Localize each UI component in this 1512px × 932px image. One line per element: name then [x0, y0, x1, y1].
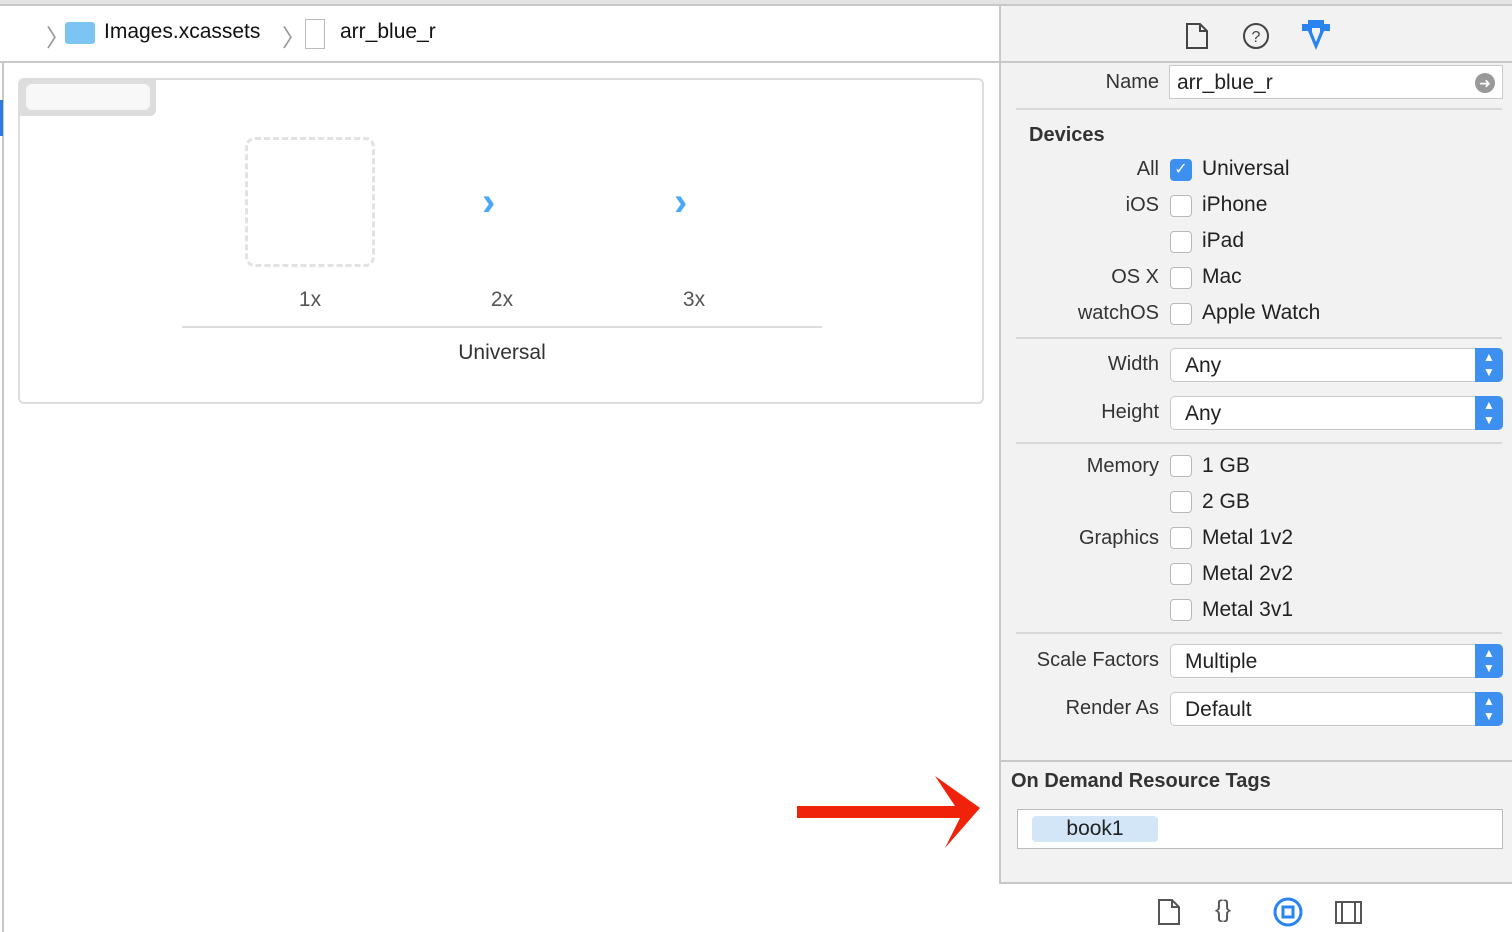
- checkbox-1gb[interactable]: [1170, 455, 1192, 477]
- render-as-popup[interactable]: Default ▲ ▼: [1170, 692, 1503, 726]
- checkbox-metal-1v2[interactable]: [1170, 527, 1192, 549]
- option-ipad: iPad: [1202, 229, 1245, 252]
- image-slot-2x-chevron-icon[interactable]: ›: [482, 180, 495, 225]
- tags-field[interactable]: book1: [1017, 809, 1503, 849]
- device-group-watchos: watchOS: [1077, 302, 1159, 324]
- file-template-library-icon[interactable]: [1157, 898, 1181, 926]
- option-metal-3v1: Metal 3v1: [1202, 598, 1294, 621]
- red-arrow-annotation: [797, 776, 980, 848]
- checkbox-metal-3v1[interactable]: [1170, 599, 1192, 621]
- option-universal: Universal: [1202, 157, 1290, 180]
- divider: [182, 326, 822, 328]
- checkbox-universal[interactable]: ✓: [1170, 159, 1192, 181]
- scale-factors-label: Scale Factors: [1036, 649, 1159, 671]
- checkbox-2gb[interactable]: [1170, 491, 1192, 513]
- height-popup[interactable]: Any ▲ ▼: [1170, 396, 1503, 430]
- image-set-name-tab[interactable]: [20, 80, 156, 116]
- checkbox-mac[interactable]: [1170, 267, 1192, 289]
- device-group-osx: OS X: [1111, 266, 1159, 288]
- stepper-chevrons-icon: ▲ ▼: [1475, 396, 1503, 430]
- name-label: Name: [1105, 71, 1159, 93]
- option-mac: Mac: [1202, 265, 1242, 288]
- inspector-tabs: ?: [1001, 6, 1512, 63]
- breadcrumb-separator: 〉: [282, 25, 306, 52]
- jump-bar: 〉 Images.xcassets 〉 arr_blue_r: [0, 6, 999, 63]
- render-as-value: Default: [1185, 698, 1252, 721]
- svg-text:?: ?: [1252, 29, 1261, 46]
- code-snippet-library-icon[interactable]: {}: [1215, 896, 1231, 924]
- device-group-label: Universal: [458, 341, 546, 364]
- go-arrow-icon[interactable]: ➜: [1475, 73, 1495, 93]
- option-apple-watch: Apple Watch: [1202, 301, 1321, 324]
- device-group-ios: iOS: [1125, 194, 1159, 216]
- library-tabs: {}: [1001, 884, 1512, 932]
- checkbox-ipad[interactable]: [1170, 231, 1192, 253]
- option-metal-2v2: Metal 2v2: [1202, 562, 1294, 585]
- left-divider: [0, 63, 4, 932]
- checkbox-apple-watch[interactable]: [1170, 303, 1192, 325]
- attributes-inspector-icon[interactable]: [1300, 20, 1332, 54]
- quick-help-icon[interactable]: ?: [1242, 22, 1270, 50]
- breadcrumb-arr-blue-r[interactable]: arr_blue_r: [340, 20, 436, 44]
- object-library-icon[interactable]: [1273, 897, 1305, 929]
- stepper-chevrons-icon: ▲ ▼: [1475, 348, 1503, 382]
- option-1gb: 1 GB: [1202, 454, 1250, 477]
- width-value: Any: [1185, 354, 1222, 377]
- width-label: Width: [1107, 353, 1159, 375]
- scale-label-2x: 2x: [490, 288, 514, 311]
- device-group-all: All: [1136, 158, 1159, 180]
- image-slot-3x-chevron-icon[interactable]: ›: [674, 180, 687, 225]
- checkbox-metal-2v2[interactable]: [1170, 563, 1192, 585]
- breadcrumb-images-xcassets[interactable]: Images.xcassets: [104, 20, 260, 44]
- graphics-label: Graphics: [1078, 527, 1159, 549]
- scale-label-1x: 1x: [298, 288, 322, 311]
- file-inspector-icon[interactable]: [1185, 22, 1209, 50]
- image-set-icon: [305, 19, 325, 49]
- tag-token[interactable]: book1: [1032, 816, 1158, 842]
- width-popup[interactable]: Any ▲ ▼: [1170, 348, 1503, 382]
- option-metal-1v2: Metal 1v2: [1202, 526, 1294, 549]
- height-value: Any: [1185, 402, 1222, 425]
- name-field[interactable]: arr_blue_r ➜: [1169, 65, 1503, 99]
- odr-heading: On Demand Resource Tags: [1011, 770, 1271, 792]
- stepper-chevrons-icon: ▲ ▼: [1475, 644, 1503, 678]
- scale-label-3x: 3x: [682, 288, 706, 311]
- divider: [1016, 108, 1502, 110]
- memory-label: Memory: [1086, 455, 1159, 477]
- name-value[interactable]: arr_blue_r: [1177, 71, 1273, 94]
- media-library-icon[interactable]: [1335, 901, 1363, 925]
- stepper-chevrons-icon: ▲ ▼: [1475, 692, 1503, 726]
- divider: [1016, 337, 1502, 339]
- devices-heading: Devices: [1029, 124, 1105, 146]
- option-iphone: iPhone: [1202, 193, 1268, 216]
- option-2gb: 2 GB: [1202, 490, 1250, 513]
- height-label: Height: [1101, 401, 1159, 423]
- image-slot-1x[interactable]: [245, 137, 375, 267]
- folder-icon: [65, 22, 95, 44]
- selection-marker: [0, 100, 3, 136]
- divider: [1016, 632, 1502, 634]
- divider: [1016, 442, 1502, 444]
- checkbox-iphone[interactable]: [1170, 195, 1192, 217]
- scale-factors-value: Multiple: [1185, 650, 1258, 673]
- scale-factors-popup[interactable]: Multiple ▲ ▼: [1170, 644, 1503, 678]
- render-as-label: Render As: [1065, 697, 1159, 719]
